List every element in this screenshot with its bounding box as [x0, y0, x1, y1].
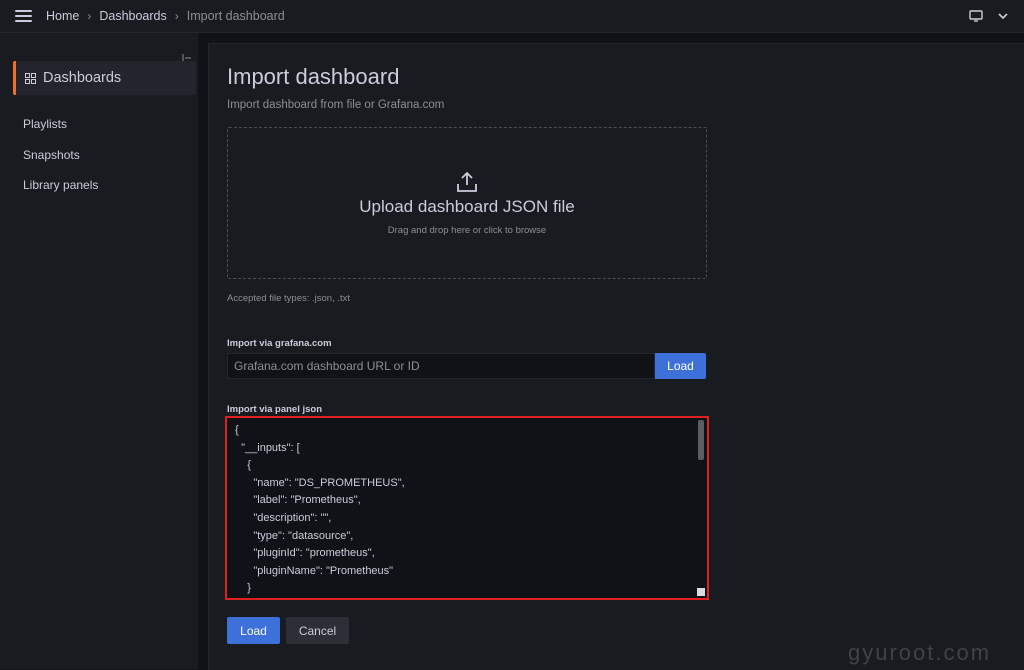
chevron-down-icon[interactable] [997, 11, 1009, 21]
cancel-button[interactable]: Cancel [286, 617, 349, 644]
grafana-load-button[interactable]: Load [655, 353, 706, 379]
json-scrollbar[interactable] [698, 420, 704, 460]
sidebar: Dashboards Playlists Snapshots Library p… [0, 33, 198, 669]
breadcrumb-home[interactable]: Home [46, 9, 79, 23]
chevron-right-icon: › [174, 9, 179, 23]
breadcrumb-current: Import dashboard [186, 9, 285, 23]
page-subtitle: Import dashboard from file or Grafana.co… [227, 99, 445, 111]
load-button[interactable]: Load [227, 617, 280, 644]
apps-grid-icon [25, 72, 36, 84]
panel-json-textarea[interactable]: { "__inputs": [ { "name": "DS_PROMETHEUS… [225, 416, 709, 600]
sidebar-item-snapshots[interactable]: Snapshots [23, 148, 80, 162]
upload-subtitle: Drag and drop here or click to browse [387, 225, 547, 236]
page-title: Import dashboard [227, 64, 400, 89]
accepted-file-types: Accepted file types: .json, .txt [227, 293, 351, 304]
panel-json-content[interactable]: { "__inputs": [ { "name": "DS_PROMETHEUS… [235, 422, 695, 598]
sidebar-item-playlists[interactable]: Playlists [23, 117, 67, 131]
tv-mode-icon[interactable] [969, 10, 983, 22]
panel-json-label: Import via panel json [227, 404, 323, 415]
grafana-url-input[interactable] [227, 353, 655, 379]
main-content: Import dashboard Import dashboard from f… [208, 43, 1024, 670]
chevron-right-icon: › [87, 9, 92, 23]
watermark: gyuroot.com [848, 640, 992, 665]
top-bar: Home › Dashboards › Import dashboard [0, 0, 1024, 33]
upload-dropzone[interactable]: Upload dashboard JSON file Drag and drop… [227, 127, 707, 279]
breadcrumb-dashboards[interactable]: Dashboards [99, 9, 166, 23]
upload-icon [457, 172, 477, 192]
menu-icon[interactable] [15, 10, 32, 22]
sidebar-section-dashboards[interactable]: Dashboards [13, 61, 196, 95]
sidebar-title: Dashboards [43, 70, 122, 86]
sidebar-item-library-panels[interactable]: Library panels [23, 178, 98, 192]
breadcrumb: Home › Dashboards › Import dashboard [46, 9, 285, 23]
resize-handle-icon[interactable] [697, 588, 705, 596]
grafana-import-label: Import via grafana.com [227, 338, 332, 349]
upload-title: Upload dashboard JSON file [359, 197, 575, 216]
